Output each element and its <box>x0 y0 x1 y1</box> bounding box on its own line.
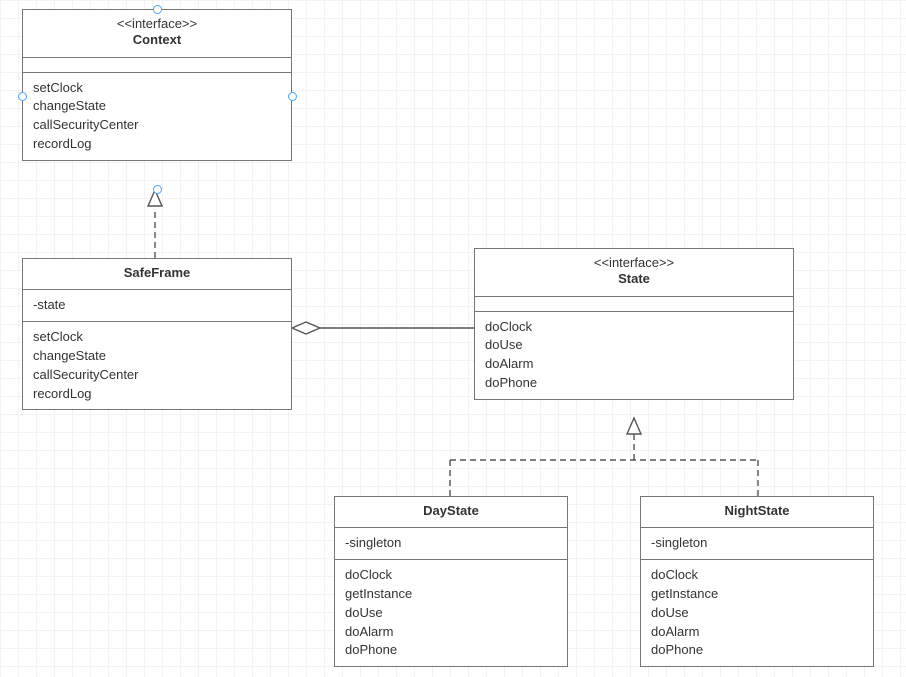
class-context-title: <<interface>> Context <box>23 10 291 58</box>
op: getInstance <box>651 585 863 604</box>
op: recordLog <box>33 385 281 404</box>
context-operations: setClock changeState callSecurityCenter … <box>23 73 291 160</box>
op: doUse <box>345 604 557 623</box>
class-context[interactable]: <<interface>> Context setClock changeSta… <box>22 9 292 161</box>
state-attributes <box>475 297 793 312</box>
state-name: State <box>483 271 785 287</box>
class-daystate-title: DayState <box>335 497 567 528</box>
nightstate-operations: doClock getInstance doUse doAlarm doPhon… <box>641 560 873 666</box>
op: setClock <box>33 328 281 347</box>
attr: -singleton <box>345 534 557 553</box>
class-nightstate-title: NightState <box>641 497 873 528</box>
context-attributes <box>23 58 291 73</box>
op: doClock <box>651 566 863 585</box>
class-nightstate[interactable]: NightState -singleton doClock getInstanc… <box>640 496 874 667</box>
op: doUse <box>651 604 863 623</box>
class-state-title: <<interface>> State <box>475 249 793 297</box>
safeframe-attributes: -state <box>23 290 291 322</box>
daystate-operations: doClock getInstance doUse doAlarm doPhon… <box>335 560 567 666</box>
class-safeframe[interactable]: SafeFrame -state setClock changeState ca… <box>22 258 292 410</box>
op: recordLog <box>33 135 281 154</box>
op: doClock <box>485 318 783 337</box>
op: changeState <box>33 97 281 116</box>
daystate-attributes: -singleton <box>335 528 567 560</box>
class-safeframe-title: SafeFrame <box>23 259 291 290</box>
op: callSecurityCenter <box>33 366 281 385</box>
attr: -state <box>33 296 281 315</box>
resize-handle[interactable] <box>153 5 162 14</box>
op: doPhone <box>485 374 783 393</box>
op: doPhone <box>651 641 863 660</box>
op: doAlarm <box>345 623 557 642</box>
op: callSecurityCenter <box>33 116 281 135</box>
op: doAlarm <box>485 355 783 374</box>
resize-handle[interactable] <box>18 92 27 101</box>
safeframe-operations: setClock changeState callSecurityCenter … <box>23 322 291 409</box>
context-stereotype: <<interface>> <box>31 16 283 32</box>
class-daystate[interactable]: DayState -singleton doClock getInstance … <box>334 496 568 667</box>
op: setClock <box>33 79 281 98</box>
safeframe-name: SafeFrame <box>31 265 283 281</box>
state-operations: doClock doUse doAlarm doPhone <box>475 312 793 399</box>
attr: -singleton <box>651 534 863 553</box>
resize-handle[interactable] <box>288 92 297 101</box>
op: doAlarm <box>651 623 863 642</box>
op: doUse <box>485 336 783 355</box>
class-state[interactable]: <<interface>> State doClock doUse doAlar… <box>474 248 794 400</box>
op: changeState <box>33 347 281 366</box>
op: getInstance <box>345 585 557 604</box>
state-stereotype: <<interface>> <box>483 255 785 271</box>
context-name: Context <box>31 32 283 48</box>
op: doClock <box>345 566 557 585</box>
op: doPhone <box>345 641 557 660</box>
nightstate-name: NightState <box>649 503 865 519</box>
nightstate-attributes: -singleton <box>641 528 873 560</box>
resize-handle[interactable] <box>153 185 162 194</box>
daystate-name: DayState <box>343 503 559 519</box>
